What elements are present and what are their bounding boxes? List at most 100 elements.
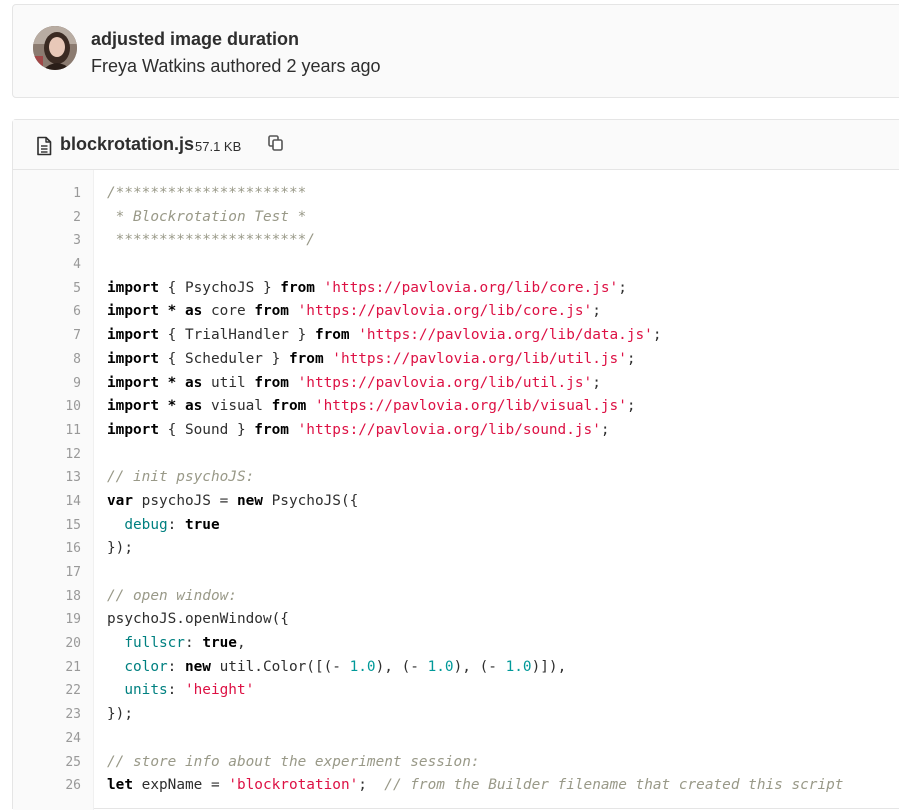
code-token: 'https://pavlovia.org/lib/core.js' <box>297 303 593 320</box>
code-token: fullscr <box>124 635 185 652</box>
code-token: core <box>202 303 255 320</box>
line-code: import { Sound } from 'https://pavlovia.… <box>107 419 610 443</box>
code-line: 24 <box>13 727 899 751</box>
code-token: true <box>202 635 237 652</box>
line-number[interactable]: 15 <box>13 514 81 538</box>
line-code: color: new util.Color([(- 1.0), (- 1.0),… <box>107 656 566 680</box>
code-token: ; <box>600 421 610 438</box>
code-token: ; <box>626 398 636 415</box>
code-token: 1.0 <box>505 658 532 675</box>
commit-author[interactable]: Freya Watkins <box>91 56 205 76</box>
code-token: 'https://pavlovia.org/lib/visual.js' <box>314 398 627 415</box>
code-view[interactable]: 1 /********************** 2 * Blockrotatio… <box>13 170 899 810</box>
line-number[interactable]: 23 <box>13 703 81 727</box>
code-line: 6 import * as core from 'https://pavlovia… <box>13 300 899 324</box>
line-code: import { PsychoJS } from 'https://pavlov… <box>107 277 627 301</box>
file-viewer: blockrotation.js 57.1 KB 1 /*************… <box>12 119 899 810</box>
line-number[interactable]: 18 <box>13 585 81 609</box>
line-number[interactable]: 26 <box>13 774 81 798</box>
line-number[interactable]: 17 <box>13 561 81 585</box>
line-code: // store info about the experiment sessi… <box>107 751 480 775</box>
code-line: 12 <box>13 443 899 467</box>
line-number[interactable]: 2 <box>13 206 81 230</box>
line-number[interactable]: 13 <box>13 466 81 490</box>
code-token: import <box>107 421 159 438</box>
code-token: var <box>107 492 133 509</box>
line-number[interactable]: 21 <box>13 656 81 680</box>
line-number[interactable]: 4 <box>13 253 81 277</box>
author-avatar[interactable] <box>33 26 77 70</box>
line-number[interactable]: 1 <box>13 182 81 206</box>
code-line: 10 import * as visual from 'https://pavlo… <box>13 395 899 419</box>
code-token: )]), <box>531 658 567 675</box>
code-line: 5 import { PsychoJS } from 'https://pavlo… <box>13 277 899 301</box>
line-number[interactable]: 25 <box>13 751 81 775</box>
code-lines: 1 /********************** 2 * Blockrotatio… <box>13 182 899 798</box>
commit-time: 2 years ago <box>286 56 381 76</box>
code-token: import <box>107 374 159 391</box>
code-line: 9 import * as util from 'https://pavlovia… <box>13 372 899 396</box>
copy-file-path-button[interactable] <box>265 134 287 154</box>
line-number[interactable]: 20 <box>13 632 81 656</box>
line-number[interactable]: 10 <box>13 395 81 419</box>
code-token: * Blockrotation Test * <box>107 208 307 225</box>
line-number[interactable]: 19 <box>13 608 81 632</box>
line-code: units: 'height' <box>107 679 254 703</box>
line-number[interactable]: 14 <box>13 490 81 514</box>
code-token: ), (- <box>453 658 506 675</box>
line-code: import * as util from 'https://pavlovia.… <box>107 372 601 396</box>
code-token: as <box>185 374 203 391</box>
code-line: 15 debug: true <box>13 514 899 538</box>
code-token: new <box>236 492 263 509</box>
code-token: // store info about the experiment sessi… <box>107 753 480 770</box>
line-code: import * as visual from 'https://pavlovi… <box>107 395 636 419</box>
line-number[interactable]: 5 <box>13 277 81 301</box>
code-token: }); <box>107 706 133 723</box>
code-token: ; <box>592 374 601 391</box>
user-avatar-icon <box>33 26 77 70</box>
line-code: debug: true <box>107 514 219 538</box>
code-token: }); <box>107 540 133 557</box>
line-number[interactable]: 6 <box>13 300 81 324</box>
code-token: import <box>107 350 159 367</box>
line-number[interactable]: 22 <box>13 679 81 703</box>
file-text-icon <box>35 136 53 156</box>
code-token: 'https://pavlovia.org/lib/sound.js' <box>297 421 601 438</box>
commit-info-panel: adjusted image duration Freya Watkins au… <box>12 4 899 98</box>
code-token: expName = <box>133 777 229 794</box>
file-size: 57.1 KB <box>195 139 242 154</box>
code-token: 'https://pavlovia.org/lib/data.js' <box>358 327 653 344</box>
code-token: PsychoJS({ <box>262 492 359 509</box>
code-token: // open window: <box>107 587 237 604</box>
line-number[interactable]: 3 <box>13 229 81 253</box>
line-code: }); <box>107 537 133 561</box>
commit-meta: Freya Watkins authored 2 years ago <box>91 56 381 77</box>
code-token: import <box>107 279 159 296</box>
line-number[interactable]: 9 <box>13 372 81 396</box>
line-number[interactable]: 16 <box>13 537 81 561</box>
code-token: from <box>280 279 315 296</box>
line-code: **********************/ <box>107 229 315 253</box>
code-token: : <box>184 635 203 652</box>
code-token: 'height' <box>184 682 255 699</box>
commit-title[interactable]: adjusted image duration <box>91 29 299 50</box>
line-number[interactable]: 8 <box>13 348 81 372</box>
line-number[interactable]: 24 <box>13 727 81 751</box>
line-number[interactable]: 12 <box>13 443 81 467</box>
code-token: ; <box>618 279 627 296</box>
code-token: psychoJS = <box>133 492 237 509</box>
file-header: blockrotation.js 57.1 KB <box>13 120 899 170</box>
line-code: // init psychoJS: <box>107 466 254 490</box>
line-number[interactable]: 11 <box>13 419 81 443</box>
line-number[interactable]: 7 <box>13 324 81 348</box>
code-token: from <box>314 327 350 344</box>
